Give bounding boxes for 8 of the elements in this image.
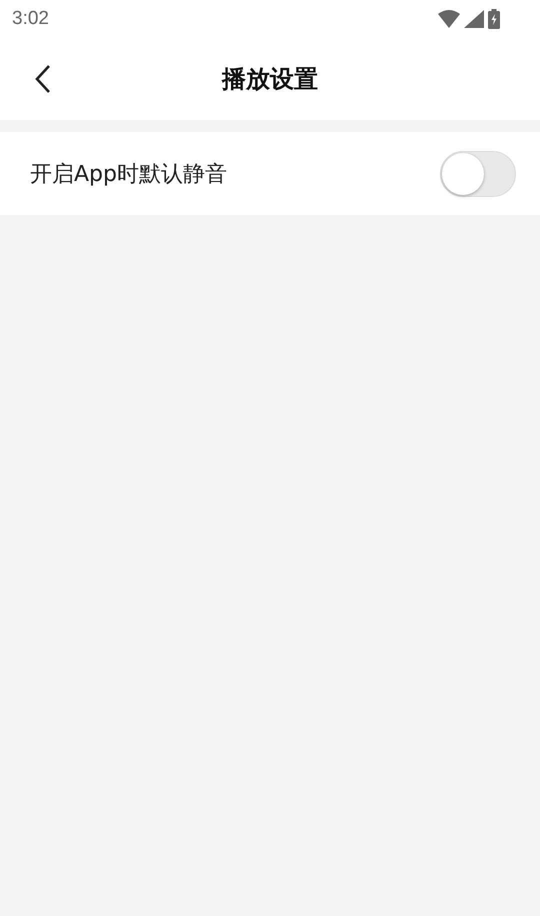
wifi-icon — [438, 10, 460, 28]
battery-icon — [488, 9, 500, 29]
toggle-switch[interactable] — [440, 150, 516, 196]
status-time: 3:02 — [12, 8, 49, 30]
chevron-left-icon — [34, 64, 52, 94]
page-title: 播放设置 — [222, 64, 318, 95]
signal-icon — [464, 10, 484, 28]
setting-label: 开启App时默认静音 — [30, 160, 227, 188]
